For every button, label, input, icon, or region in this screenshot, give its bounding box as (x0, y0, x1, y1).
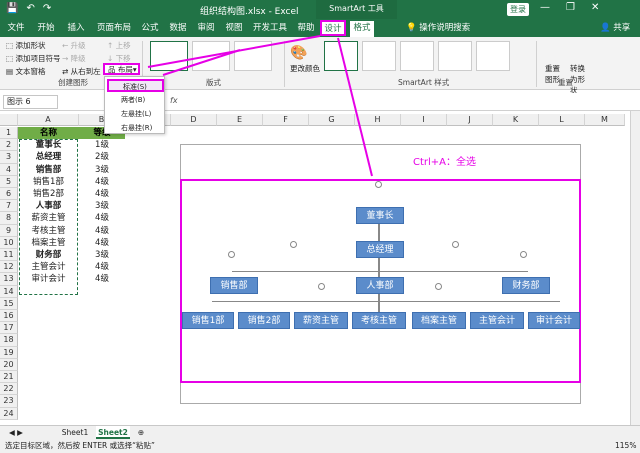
arrow-to-smartart (337, 37, 373, 177)
annotation-arrows (147, 35, 373, 177)
